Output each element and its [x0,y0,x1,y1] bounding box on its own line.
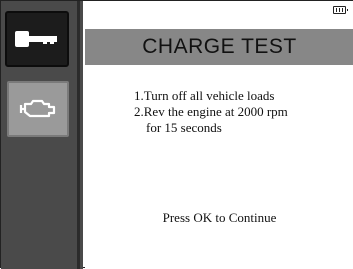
sidebar [1,1,83,269]
engine-icon [19,99,56,118]
sidebar-divider [77,1,80,269]
device-screen: CHARGE TEST 1.Turn off all vehicle loads… [0,0,353,269]
continue-prompt: Press OK to Continue [162,210,277,225]
instruction-line-3: for 15 seconds [146,120,222,135]
sidebar-item-engine[interactable] [7,81,69,137]
instruction-line-2: 2.Rev the engine at 2000 rpm [134,104,288,119]
instructions: 1.Turn off all vehicle loads 2.Rev the e… [134,88,349,136]
status-bar [85,1,353,29]
battery-icon [333,6,348,14]
sidebar-item-key[interactable] [5,11,69,67]
key-icon [15,31,57,47]
page-title: CHARGE TEST [142,35,297,58]
instruction-line-1: 1.Turn off all vehicle loads [134,88,275,103]
main-content: 1.Turn off all vehicle loads 2.Rev the e… [85,65,353,269]
title-bar: CHARGE TEST [85,29,353,65]
